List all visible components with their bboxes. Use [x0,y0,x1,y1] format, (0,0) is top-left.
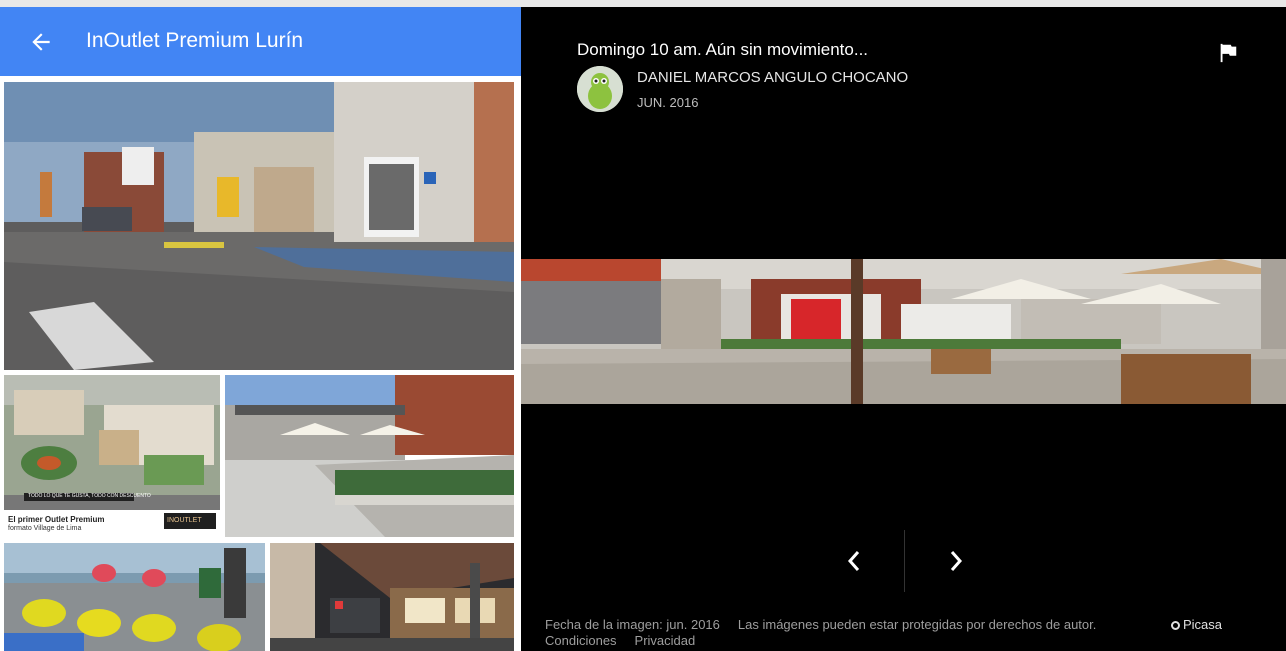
picasa-icon [1171,621,1180,630]
back-arrow-icon[interactable] [28,29,54,55]
promo-text-line2: formato Village de Lima [8,525,82,532]
image-date-text: Fecha de la imagen: jun. 2016 [545,617,720,632]
footer-links: Condiciones Privacidad [545,633,695,648]
footer-info: Fecha de la imagen: jun. 2016 Las imágene… [545,617,1096,632]
main-photo [521,259,1286,404]
author-name[interactable]: DANIEL MARCOS ANGULO CHOCANO [637,69,908,86]
previous-photo-button[interactable] [839,541,869,581]
photo-gallery-panel: InOutlet Premium Lurín El primer Outlet … [0,7,521,651]
author-avatar[interactable] [577,66,623,112]
picasa-label: Picasa [1183,617,1223,632]
photo-title: Domingo 10 am. Aún sin movimiento... [577,40,869,59]
panel-header: InOutlet Premium Lurín [0,7,521,76]
privacy-link[interactable]: Privacidad [635,633,696,648]
promo-text-line1: El primer Outlet Premium [8,515,105,524]
photo-thumbnail-2[interactable]: El primer Outlet Premium formato Village… [4,375,220,539]
copyright-text: Las imágenes pueden estar protegidas por… [737,617,1097,632]
promo-banner-text: TODO LO QUE TE GUSTA, TODO CON DESCUENTO [28,493,151,499]
photo-date: JUN. 2016 [637,95,699,110]
nav-divider [904,530,905,592]
photo-thumbnail-4[interactable] [4,543,265,651]
photo-thumbnail-3[interactable] [225,375,514,537]
photo-viewer: Domingo 10 am. Aún sin movimiento... DAN… [521,7,1286,651]
terms-link[interactable]: Condiciones [545,633,617,648]
photo-thumbnail-5[interactable] [270,543,514,651]
place-title: InOutlet Premium Lurín [86,29,304,52]
promo-brand-text: INOUTLET [167,517,202,524]
photo-thumbnail-1[interactable] [4,82,514,370]
flag-icon[interactable] [1217,41,1239,65]
picasa-source[interactable]: Picasa [1171,617,1222,632]
top-strip [0,0,1286,7]
next-photo-button[interactable] [941,541,971,581]
